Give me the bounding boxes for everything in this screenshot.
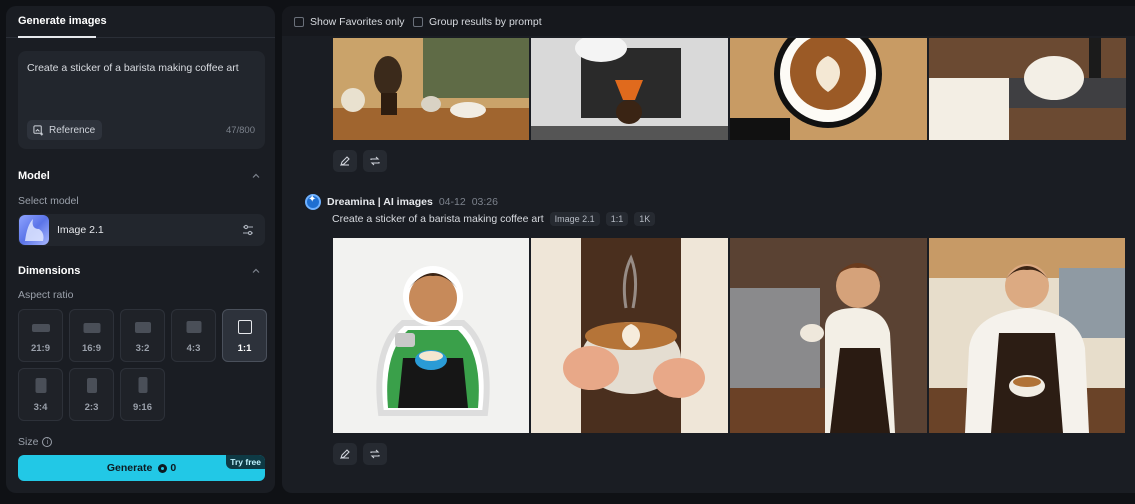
latest-result-images xyxy=(333,238,1125,433)
result-prompt-line: Create a sticker of a barista making cof… xyxy=(332,212,656,226)
barista-latte-image xyxy=(929,238,1125,433)
reference-label: Reference xyxy=(49,124,96,136)
tab-generate-images[interactable]: Generate images xyxy=(18,15,107,27)
ratio-option-4-3[interactable]: 4:3 xyxy=(171,309,216,362)
ratio-option-2-3[interactable]: 2:3 xyxy=(69,368,114,421)
try-free-badge: Try free xyxy=(226,455,265,469)
model-logo-icon xyxy=(25,219,44,241)
info-icon[interactable]: i xyxy=(42,437,53,447)
edit-button[interactable] xyxy=(333,150,357,172)
tab-underline xyxy=(18,36,96,38)
pencil-icon xyxy=(340,449,350,459)
repeat-icon xyxy=(370,449,380,459)
result-time: 03:26 xyxy=(471,196,498,208)
image-plus-icon xyxy=(33,124,44,136)
sliders-icon[interactable] xyxy=(241,223,255,237)
generation-panel: Generate images Create a sticker of a ba… xyxy=(6,6,275,493)
result-image[interactable] xyxy=(730,38,927,140)
result-image[interactable] xyxy=(531,38,728,140)
generate-button[interactable]: Generate 0 Try free xyxy=(18,455,265,481)
barista-sticker-image xyxy=(333,238,529,433)
ratio-option-1-1[interactable]: 1:1 xyxy=(222,309,267,362)
result-author: Dreamina | AI images xyxy=(327,196,433,208)
repeat-icon xyxy=(370,156,380,166)
favorites-checkbox[interactable]: Show Favorites only xyxy=(294,16,405,28)
edit-button[interactable] xyxy=(333,443,357,465)
aspect-ratio-label: Aspect ratio xyxy=(18,289,74,301)
size-label: Size i xyxy=(18,436,53,448)
prompt-input[interactable]: Create a sticker of a barista making cof… xyxy=(18,51,265,149)
char-count: 47/800 xyxy=(225,125,255,136)
dimensions-section-title: Dimensions xyxy=(18,265,81,277)
result-image[interactable] xyxy=(333,38,529,140)
result-image[interactable] xyxy=(929,38,1126,140)
tag-ratio: 1:1 xyxy=(605,212,629,226)
credit-cost: 0 xyxy=(158,462,176,474)
latte-sticker-image xyxy=(730,38,927,140)
ratio-option-9-16[interactable]: 9:16 xyxy=(120,368,165,421)
regenerate-button[interactable] xyxy=(363,443,387,465)
result-prompt[interactable]: Create a sticker of a barista making cof… xyxy=(332,213,544,225)
tag-model: Image 2.1 xyxy=(549,212,600,226)
tab-bar: Generate images xyxy=(6,6,275,38)
generate-label: Generate xyxy=(106,462,153,474)
pour-over-image xyxy=(333,38,529,140)
regenerate-button[interactable] xyxy=(363,150,387,172)
result-image[interactable] xyxy=(929,238,1125,433)
espresso-machine-image xyxy=(929,38,1126,140)
barista-at-machine-image xyxy=(730,238,927,433)
model-name: Image 2.1 xyxy=(57,224,104,236)
ratio-option-21-9[interactable]: 21:9 xyxy=(18,309,63,362)
result-image[interactable] xyxy=(730,238,927,433)
model-thumbnail xyxy=(19,215,49,245)
latte-art-closeup-image xyxy=(531,238,728,433)
result-date: 04-12 xyxy=(438,196,466,208)
ratio-option-3-4[interactable]: 3:4 xyxy=(18,368,63,421)
pencil-icon xyxy=(340,156,350,166)
group-by-prompt-checkbox[interactable]: Group results by prompt xyxy=(413,16,542,28)
model-section-title: Model xyxy=(18,170,50,182)
tag-resolution: 1K xyxy=(634,212,656,226)
previous-result-images xyxy=(333,38,1126,140)
checkbox-icon xyxy=(294,17,304,27)
checkbox-icon xyxy=(413,17,423,27)
result-header: Dreamina | AI images 04-12 03:26 xyxy=(305,194,498,210)
filter-bar: Show Favorites only Group results by pro… xyxy=(282,6,1135,36)
dreamina-logo-icon xyxy=(305,194,321,210)
chevron-up-icon[interactable] xyxy=(251,266,261,276)
result-image[interactable] xyxy=(333,238,529,433)
select-model-label: Select model xyxy=(18,195,79,207)
credit-coin-icon xyxy=(158,463,168,473)
results-panel: Show Favorites only Group results by pro… xyxy=(282,6,1135,493)
ratio-option-16-9[interactable]: 16:9 xyxy=(69,309,114,362)
model-selector[interactable]: Image 2.1 xyxy=(18,214,265,246)
ratio-option-3-2[interactable]: 3:2 xyxy=(120,309,165,362)
chevron-up-icon[interactable] xyxy=(251,171,261,181)
chemex-image xyxy=(531,38,728,140)
prompt-text[interactable]: Create a sticker of a barista making cof… xyxy=(27,62,239,74)
result-image[interactable] xyxy=(531,238,728,433)
reference-button[interactable]: Reference xyxy=(27,120,103,140)
